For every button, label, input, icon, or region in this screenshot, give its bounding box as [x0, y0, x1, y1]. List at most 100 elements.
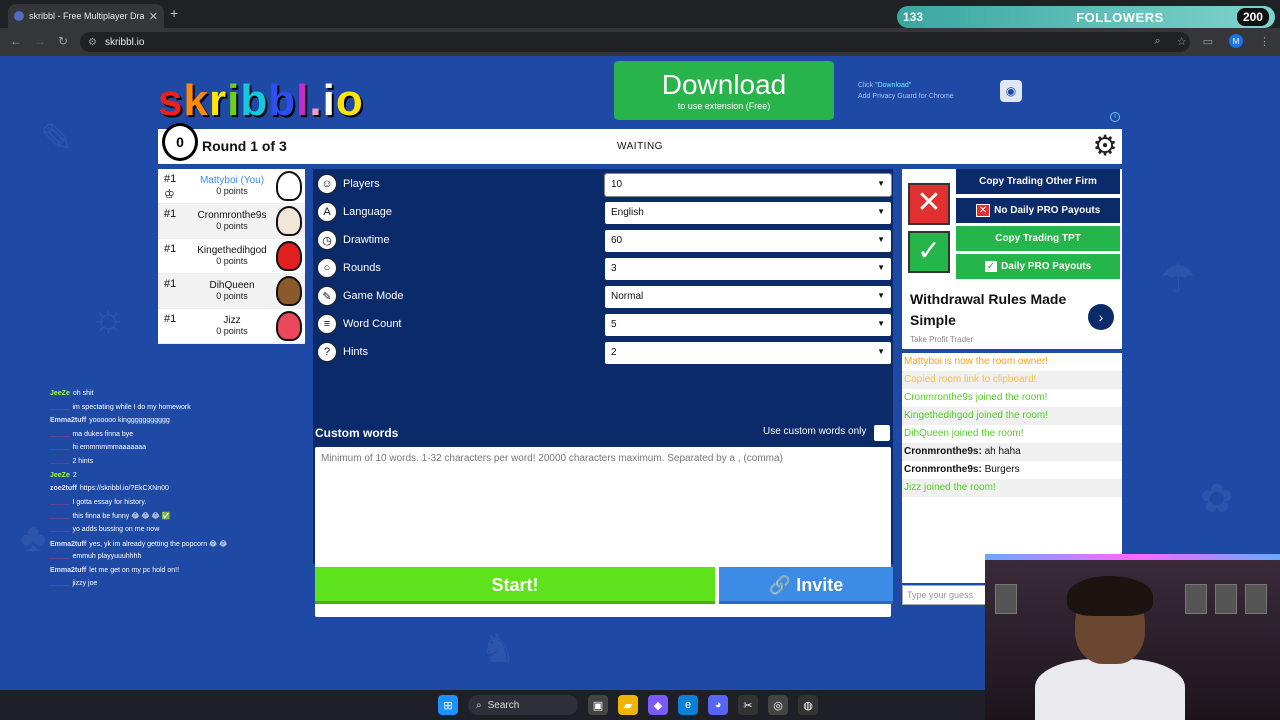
chrome-icon[interactable]: ◎: [768, 695, 788, 715]
setting-value: 5: [611, 319, 617, 330]
player-points: 0 points: [216, 256, 248, 266]
setting-select[interactable]: 3 ▼: [605, 258, 891, 280]
player-avatar: [276, 311, 302, 341]
wall-poster: [1215, 584, 1237, 614]
stream-chat-text: I gotta essay for history.: [72, 498, 147, 506]
start-menu-icon[interactable]: ⊞: [438, 695, 458, 715]
chat-user: Cronmronthe9s:: [904, 446, 982, 457]
profile-avatar[interactable]: M: [1229, 34, 1243, 48]
stream-chat-user: _____: [50, 444, 70, 452]
bookmark-star-icon[interactable]: ☆: [1177, 35, 1187, 48]
setting-select[interactable]: English ▼: [605, 202, 891, 224]
setting-select[interactable]: 5 ▼: [605, 314, 891, 336]
chat-text: Jizz joined the room!: [904, 482, 996, 493]
new-tab-icon[interactable]: +: [170, 5, 178, 21]
stream-chat-user: _____: [50, 498, 70, 506]
start-button[interactable]: Start!: [315, 567, 715, 604]
ad-info-icon[interactable]: i: [1110, 112, 1120, 122]
setting-select[interactable]: 60 ▼: [605, 230, 891, 252]
setting-row-players: ☺ Players 10 ▼: [313, 170, 893, 198]
setting-value: Normal: [611, 291, 644, 302]
player-row[interactable]: #1 Jizz 0 points: [158, 309, 305, 344]
chat-text: Copied room link to clipboard!: [904, 374, 1037, 385]
chat-message: Mattyboi is now the room owner!: [902, 353, 1122, 371]
download-button[interactable]: Download to use extension (Free): [614, 61, 834, 120]
player-avatar: [276, 241, 302, 271]
cast-icon[interactable]: ▭: [1203, 35, 1213, 48]
player-points: 0 points: [216, 291, 248, 301]
stream-chat-text: 2 hints: [72, 457, 94, 465]
menu-kebab-icon[interactable]: ⋮: [1259, 35, 1270, 48]
player-name: Jizz: [223, 315, 241, 326]
player-rank: #1: [164, 243, 177, 255]
taskbar-search[interactable]: ⌕ Search: [468, 695, 578, 715]
stream-chat-line: _____ yo adds bussing on me now: [50, 526, 310, 540]
custom-words-only-checkbox[interactable]: [874, 425, 890, 441]
chevron-down-icon: ▼: [877, 235, 885, 244]
settings-gear-icon[interactable]: ⚙: [1090, 131, 1120, 161]
edge-icon[interactable]: e: [678, 695, 698, 715]
forward-icon[interactable]: →: [34, 34, 46, 48]
address-bar[interactable]: ⚙ skribbl.io: [80, 32, 1190, 52]
stream-chat-text: yes, yk im already getting the popcorn 😂…: [89, 540, 228, 548]
invite-button[interactable]: 🔗 Invite: [719, 567, 893, 604]
stream-chat-text: jizzy joe: [72, 580, 98, 588]
chevron-down-icon: ▼: [877, 347, 885, 356]
setting-row-rounds: ○ Rounds 3 ▼: [313, 254, 893, 282]
chevron-down-icon: ▼: [877, 319, 885, 328]
stream-chat-text: this finna be funny 😂 😂 😂 ✅: [72, 513, 171, 521]
privacy-guard-icon[interactable]: ◉: [1000, 80, 1022, 102]
close-tab-icon[interactable]: ✕: [149, 10, 158, 23]
follower-count: 133: [903, 10, 924, 24]
file-explorer-icon[interactable]: ▰: [618, 695, 638, 715]
wall-poster: [1185, 584, 1207, 614]
url-text: skribbl.io: [104, 36, 145, 48]
chat-message: Cronmronthe9s: Burgers: [902, 461, 1122, 479]
site-info-icon[interactable]: ⚙: [88, 37, 97, 48]
setting-value: English: [611, 207, 644, 218]
extension-note: Click "Download" Add Privacy Guard for C…: [858, 80, 954, 102]
stream-chat-text: oh shit: [72, 390, 94, 397]
browser-tab[interactable]: skribbl - Free Multiplayer Draw... ✕: [8, 4, 164, 28]
chat-message: Kingethedihgod joined the room!: [902, 407, 1122, 425]
player-avatar: [276, 276, 302, 306]
player-row[interactable]: #1 Cronmronthe9s 0 points: [158, 204, 305, 239]
ad-banner[interactable]: ▷✕ ✕ ✓ Copy Trading Other Firm ✕No Daily…: [902, 169, 1122, 349]
task-view-icon[interactable]: ▣: [588, 695, 608, 715]
stream-chat-text: emmuh playyuuuhhhh: [72, 553, 142, 561]
stream-chat-text: https://skribbl.io/?EkCXNn00: [79, 485, 169, 493]
ad-source: Take Profit Trader: [910, 335, 974, 344]
capcut-icon[interactable]: ✂: [738, 695, 758, 715]
setting-row-game-mode: ✎ Game Mode Normal ▼: [313, 282, 893, 310]
ad-arrow-icon[interactable]: ›: [1088, 304, 1114, 330]
stream-chat-text: ma dukes finna bye: [72, 430, 134, 438]
zoom-icon[interactable]: ⌕: [1155, 35, 1161, 48]
setting-label: Word Count: [343, 318, 402, 330]
back-icon[interactable]: ←: [10, 34, 22, 48]
discord-icon[interactable]: ◕: [708, 695, 728, 715]
gamemode-icon: ✎: [317, 286, 337, 306]
crown-icon: ♔: [164, 187, 175, 201]
obs-icon[interactable]: ◍: [798, 695, 818, 715]
ad-title: Withdrawal Rules Made Simple: [910, 291, 1067, 328]
setting-label: Rounds: [343, 262, 381, 274]
stream-chat-text: im spectating while I do my homework: [72, 403, 191, 411]
setting-select[interactable]: 10 ▼: [604, 173, 892, 197]
ad-line-4-text: Daily PRO Payouts: [1001, 261, 1092, 272]
webcam-overlay: [985, 554, 1280, 720]
setting-select[interactable]: 2 ▼: [605, 342, 891, 364]
chevron-down-icon: ▼: [877, 179, 885, 188]
player-row[interactable]: #1 DihQueen 0 points: [158, 274, 305, 309]
chevron-down-icon: ▼: [877, 207, 885, 216]
reload-icon[interactable]: ↻: [58, 34, 68, 48]
stream-chat-line: _____ 2 hints: [50, 458, 310, 472]
stream-chat-line: _____ im spectating while I do my homewor…: [50, 404, 310, 418]
player-row[interactable]: #1 ♔ Mattyboi (You) 0 points: [158, 169, 305, 204]
stream-chat-user: Emma2tuff: [50, 566, 87, 574]
setting-select[interactable]: Normal ▼: [605, 286, 891, 308]
player-row[interactable]: #1 Kingethedihgod 0 points: [158, 239, 305, 274]
copilot-icon[interactable]: ◆: [648, 695, 668, 715]
player-rank: #1: [164, 208, 177, 220]
wall-poster: [995, 584, 1017, 614]
setting-value: 2: [611, 347, 617, 358]
